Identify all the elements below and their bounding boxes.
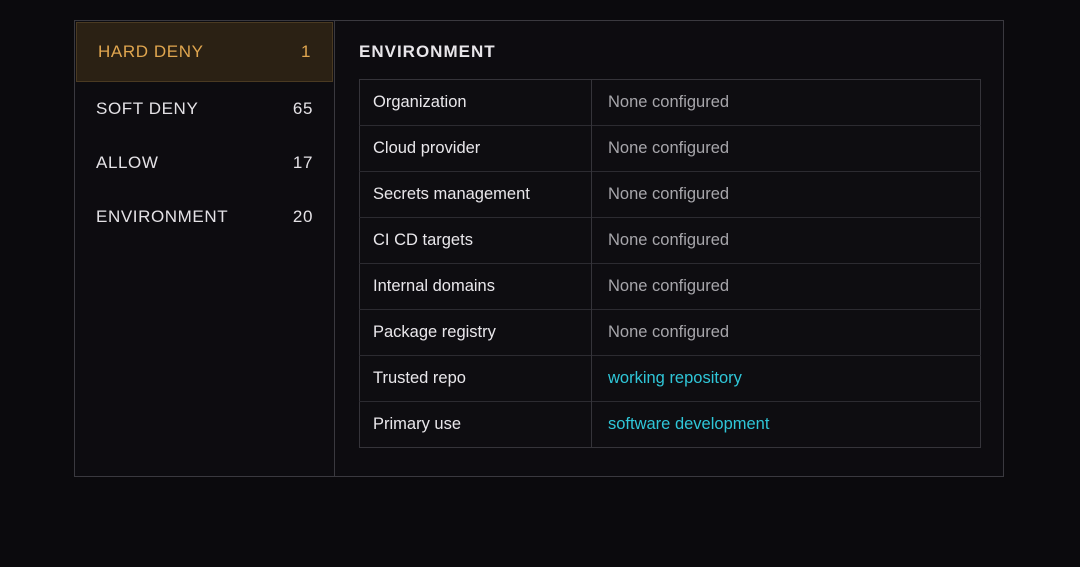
category-sidebar: HARD DENY 1 SOFT DENY 65 ALLOW 17 ENVIRO… bbox=[75, 21, 335, 476]
row-key: Package registry bbox=[359, 309, 592, 356]
row-value: None configured bbox=[608, 93, 730, 111]
row-value: None configured bbox=[591, 171, 981, 218]
row-value: None configured bbox=[591, 309, 981, 356]
sidebar-item-label: ENVIRONMENT bbox=[96, 207, 229, 226]
sidebar-item-label: ALLOW bbox=[96, 153, 159, 172]
table-row: Package registry None configured bbox=[359, 309, 981, 356]
row-key: Internal domains bbox=[359, 263, 592, 310]
table-row: CI CD targets None configured bbox=[359, 217, 981, 264]
row-value: None configured bbox=[591, 125, 981, 172]
sidebar-item-hard-deny[interactable]: HARD DENY 1 bbox=[76, 22, 333, 82]
sidebar-item-soft-deny[interactable]: SOFT DENY 65 bbox=[75, 82, 334, 136]
sidebar-item-count: 65 bbox=[292, 99, 313, 118]
row-key: Cloud provider bbox=[359, 125, 592, 172]
trusted-repo-link[interactable]: working repository bbox=[591, 355, 981, 402]
table-row: Organization None configured bbox=[359, 79, 981, 126]
table-row: Internal domains None configured bbox=[359, 263, 981, 310]
row-value: None configured bbox=[591, 263, 981, 310]
table-row: Secrets management None configured bbox=[359, 171, 981, 218]
section-title: ENVIRONMENT bbox=[359, 42, 496, 61]
table-row: Primary use software development bbox=[359, 401, 981, 448]
row-key: Trusted repo bbox=[359, 355, 592, 402]
row-value: None configured bbox=[591, 217, 981, 264]
category-list: HARD DENY 1 SOFT DENY 65 ALLOW 17 ENVIRO… bbox=[75, 21, 334, 244]
row-key: Primary use bbox=[359, 401, 592, 448]
sidebar-item-count: 17 bbox=[292, 153, 313, 172]
sidebar-item-label: HARD DENY bbox=[98, 42, 204, 61]
primary-use-link[interactable]: software development bbox=[591, 401, 981, 448]
sidebar-item-environment[interactable]: ENVIRONMENT 20 bbox=[75, 190, 334, 244]
row-key: Secrets management bbox=[359, 171, 592, 218]
environment-table: Organization None configured Cloud provi… bbox=[359, 79, 981, 448]
sidebar-item-allow[interactable]: ALLOW 17 bbox=[75, 136, 334, 190]
table-row: Trusted repo working repository bbox=[359, 355, 981, 402]
row-key: CI CD targets bbox=[359, 217, 592, 264]
sidebar-item-count: 20 bbox=[292, 207, 313, 226]
sidebar-item-label: SOFT DENY bbox=[96, 99, 199, 118]
table-row: Cloud provider None configured bbox=[359, 125, 981, 172]
row-key: Organization bbox=[359, 79, 592, 126]
main-content: ENVIRONMENT Organization None configured… bbox=[335, 21, 1003, 476]
sidebar-item-count: 1 bbox=[300, 42, 311, 61]
settings-panel: HARD DENY 1 SOFT DENY 65 ALLOW 17 ENVIRO… bbox=[74, 20, 1004, 477]
